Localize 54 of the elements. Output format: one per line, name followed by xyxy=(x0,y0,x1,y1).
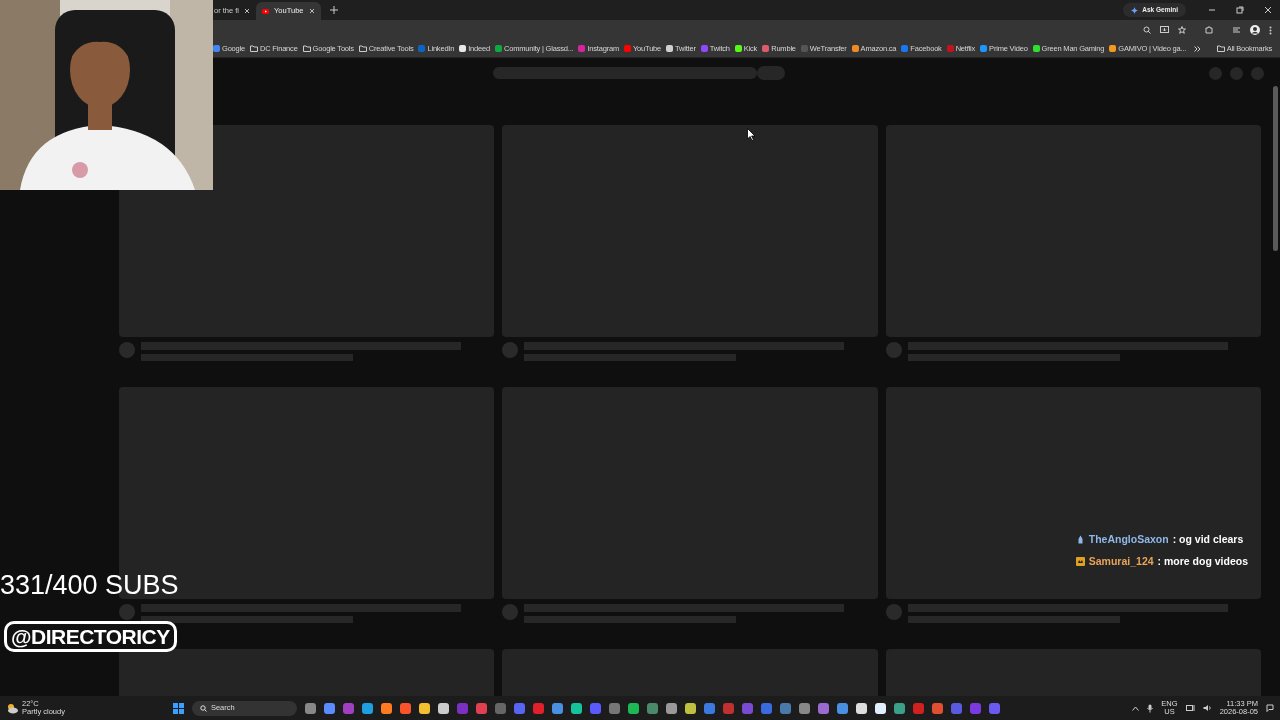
minimize-icon[interactable] xyxy=(1208,6,1216,14)
subscriber-count: 331/400 SUBS xyxy=(0,572,179,599)
microphone-icon[interactable] xyxy=(1147,703,1154,713)
media-icon[interactable] xyxy=(1232,26,1241,34)
youtube-icon xyxy=(262,8,269,14)
start-icon[interactable] xyxy=(172,702,184,714)
channel-handle: @DIRECTORICY xyxy=(4,621,177,653)
avatar-placeholder xyxy=(1251,66,1264,80)
avatar-placeholder xyxy=(502,342,519,358)
zoom-icon[interactable] xyxy=(1143,26,1151,34)
search-button-placeholder xyxy=(757,66,785,80)
close-icon[interactable] xyxy=(1264,6,1272,14)
avatar-placeholder xyxy=(502,604,519,620)
close-icon[interactable] xyxy=(244,8,250,14)
close-icon[interactable] xyxy=(308,8,315,14)
network-icon[interactable] xyxy=(1185,704,1195,712)
new-tab-icon[interactable] xyxy=(328,5,339,15)
app-icon[interactable] xyxy=(665,702,677,714)
chevrons-icon[interactable] xyxy=(1193,45,1201,52)
search-icon xyxy=(199,704,207,712)
mouse-cursor-icon xyxy=(747,128,756,141)
profile-avatar-icon[interactable] xyxy=(1250,25,1260,35)
menu-icon[interactable] xyxy=(1269,25,1272,35)
folder-icon xyxy=(358,45,367,52)
folder-icon xyxy=(302,45,311,52)
app-icon[interactable] xyxy=(855,702,867,714)
avatar-placeholder xyxy=(119,342,135,358)
avatar-placeholder xyxy=(1230,66,1243,80)
weather-icon xyxy=(6,702,18,714)
app-icon[interactable] xyxy=(627,702,639,714)
app-icon[interactable] xyxy=(418,702,430,714)
avatar-placeholder xyxy=(885,342,902,358)
install-icon[interactable] xyxy=(1160,26,1169,34)
app-icon[interactable] xyxy=(380,702,392,714)
avatar-placeholder xyxy=(885,604,902,620)
app-icon[interactable] xyxy=(361,702,373,714)
chevron-up-icon[interactable] xyxy=(1132,705,1140,711)
volume-icon[interactable] xyxy=(1202,704,1212,712)
star-icon[interactable] xyxy=(1178,26,1186,34)
chat-message: Samurai_124 : more dog videos xyxy=(1075,553,1248,570)
avatar-placeholder xyxy=(119,604,135,620)
app-icon[interactable] xyxy=(437,702,449,714)
app-icon[interactable] xyxy=(874,702,886,714)
avatar-placeholder xyxy=(1209,66,1222,80)
chat-message: TheAngloSaxon : og vid clears xyxy=(1075,532,1248,548)
folder-icon xyxy=(1216,45,1225,52)
restore-icon[interactable] xyxy=(1236,6,1244,14)
notifications-icon[interactable] xyxy=(1266,704,1274,712)
folder-icon xyxy=(250,45,258,52)
app-icon[interactable] xyxy=(570,702,582,714)
extensions-icon[interactable] xyxy=(1205,26,1213,34)
app-icon[interactable] xyxy=(684,702,696,714)
sparkle-icon xyxy=(1131,6,1139,14)
crown-icon xyxy=(1075,557,1085,567)
